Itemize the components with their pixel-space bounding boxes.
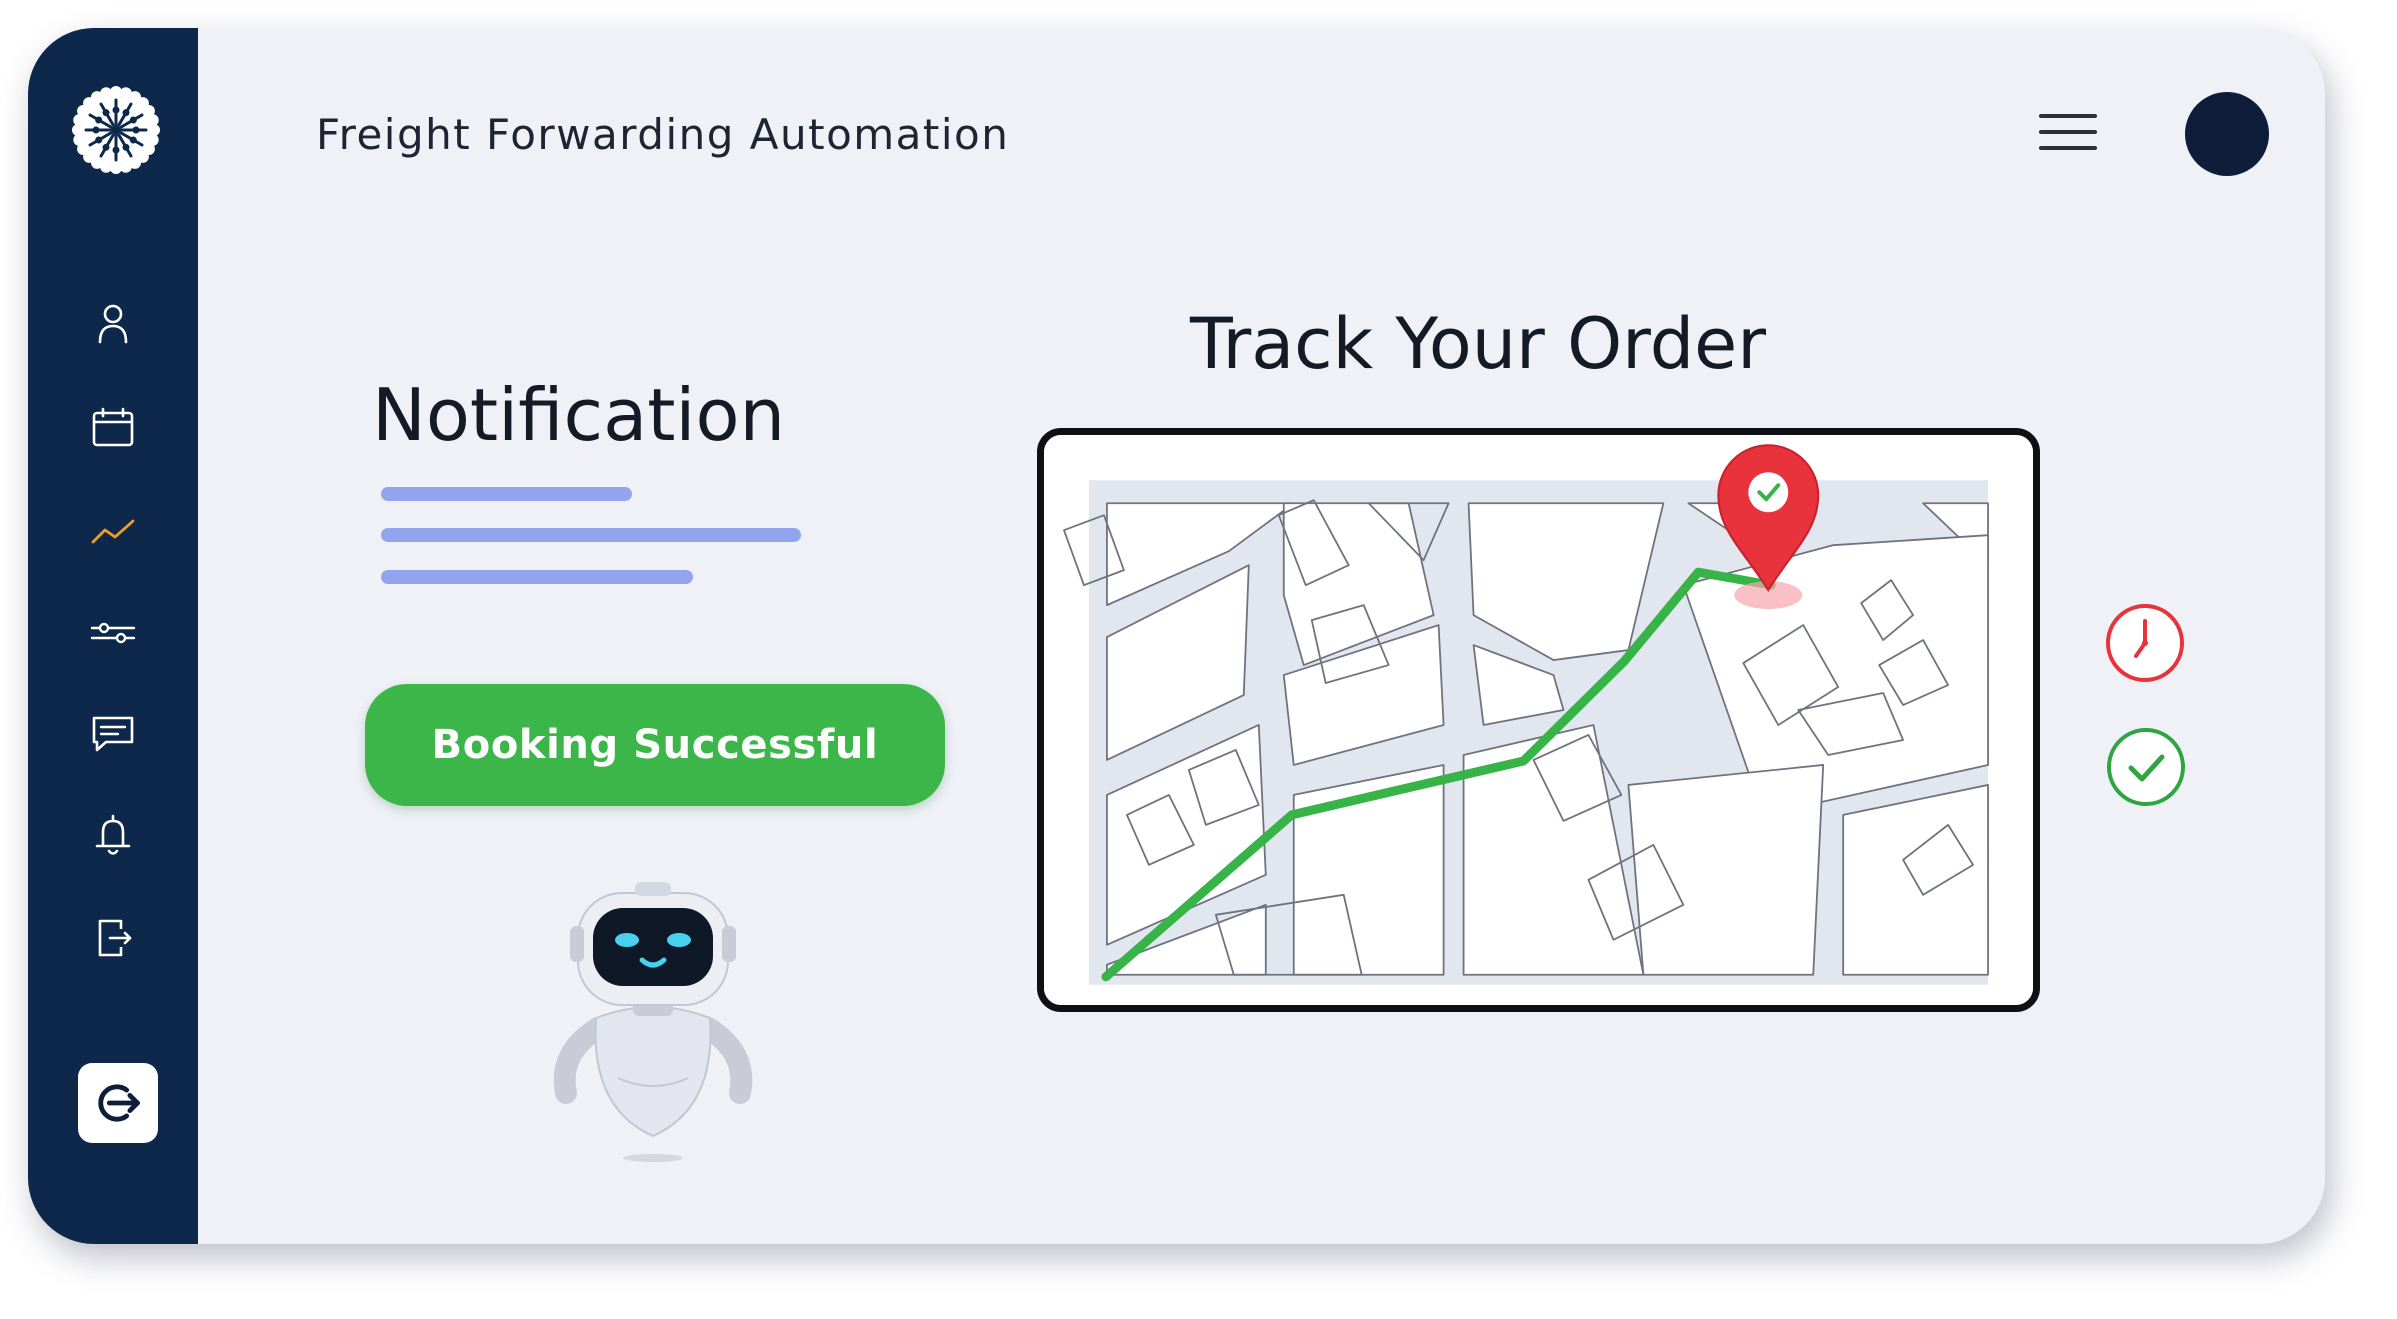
sidebar-item-analytics[interactable] [88, 506, 138, 556]
order-tracking-map[interactable] [1037, 428, 2040, 1012]
notification-text-placeholder [381, 487, 632, 501]
robot-assistant-illustration [538, 878, 768, 1168]
check-circle-icon[interactable] [2104, 725, 2188, 809]
sidebar-item-profile[interactable] [88, 298, 138, 348]
sidebar [28, 28, 198, 1244]
hamburger-icon [2039, 114, 2097, 150]
notification-title: Notification [372, 373, 786, 457]
company-logo[interactable] [66, 80, 166, 180]
notification-text-placeholder [381, 528, 801, 542]
sidebar-item-messages[interactable] [88, 708, 138, 758]
app-window: Freight Forwarding Automation Notificati… [28, 28, 2325, 1244]
sidebar-item-export[interactable] [88, 913, 138, 963]
sidebar-item-notifications[interactable] [88, 810, 138, 860]
message-icon [92, 716, 134, 752]
track-order-title: Track Your Order [1189, 303, 1767, 385]
user-icon [98, 304, 128, 344]
calendar-icon [92, 407, 134, 447]
booking-successful-button[interactable]: Booking Successful [365, 684, 945, 806]
hamburger-menu-button[interactable] [2038, 108, 2098, 156]
sidebar-item-settings[interactable] [88, 608, 138, 658]
file-export-icon [98, 919, 132, 957]
bell-icon [95, 814, 131, 855]
logout-button[interactable] [78, 1063, 158, 1143]
trend-chart-icon [91, 519, 135, 544]
clock-icon[interactable] [2103, 601, 2187, 685]
logout-icon [98, 1084, 140, 1122]
user-avatar[interactable] [2185, 92, 2269, 176]
notification-text-placeholder [381, 570, 693, 584]
app-title: Freight Forwarding Automation [316, 110, 1010, 159]
sidebar-item-calendar[interactable] [88, 403, 138, 453]
sliders-icon [90, 622, 136, 644]
